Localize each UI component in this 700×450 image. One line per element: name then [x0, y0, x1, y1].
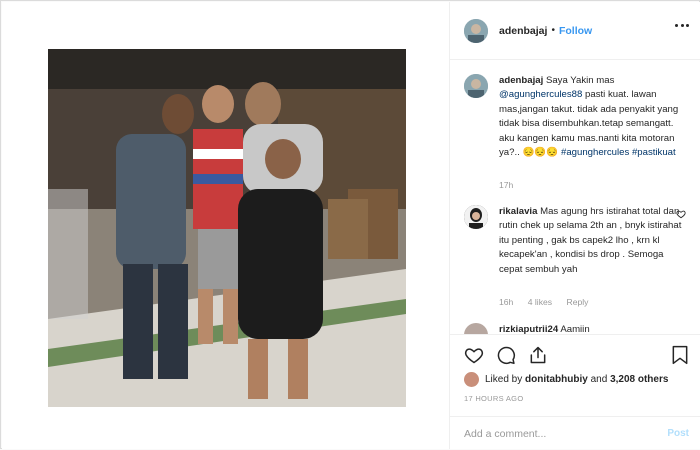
- author-avatar-image: [464, 18, 488, 43]
- liked-by: Liked by donitabhubiy and 3,208 others: [464, 372, 668, 387]
- liker-username[interactable]: donitabhubiy: [525, 374, 588, 385]
- instagram-post-modal: adenbajaj • Follow adenbajaj Saya Yakin …: [0, 0, 700, 449]
- liker-avatar[interactable]: [464, 372, 479, 387]
- caption-avatar-image: [464, 74, 488, 98]
- comment-text: rizkiaputrii24 Aamiin: [499, 323, 684, 334]
- post-timestamp[interactable]: 17 HOURS AGO: [464, 394, 523, 403]
- caption-mention-link[interactable]: @agunghercules88: [499, 89, 582, 100]
- add-comment-bar: Add a comment... Post: [450, 416, 700, 450]
- comment-input[interactable]: Add a comment...: [464, 428, 546, 440]
- caption-emoji: 😔😔😔: [522, 147, 559, 159]
- liked-by-prefix: Liked by: [485, 374, 523, 385]
- photo-pane: [2, 2, 449, 449]
- comment-icon[interactable]: [496, 345, 516, 365]
- post-button[interactable]: Post: [667, 428, 689, 439]
- caption-time[interactable]: 17h: [499, 180, 513, 190]
- comment-likes[interactable]: 4 likes: [528, 297, 552, 307]
- comment-avatar[interactable]: [464, 205, 488, 229]
- comment-text: rikalavia Mas agung hrs istirahat total …: [499, 205, 684, 277]
- comment-meta: 16h 4 likes Reply: [499, 297, 600, 307]
- post-actions: Liked by donitabhubiy and 3,208 others 1…: [450, 334, 700, 449]
- liked-by-and: and: [590, 374, 608, 385]
- comment-avatar-image: [464, 205, 488, 229]
- heart-icon[interactable]: [464, 345, 484, 365]
- post-header: adenbajaj • Follow: [450, 2, 700, 60]
- hashtag-link[interactable]: #pastikuat: [632, 147, 676, 158]
- caption-meta: 17h: [499, 180, 525, 190]
- likes-count[interactable]: 3,208 others: [610, 374, 668, 385]
- share-icon[interactable]: [528, 345, 548, 365]
- post-sidebar: adenbajaj • Follow adenbajaj Saya Yakin …: [449, 2, 700, 449]
- hashtag-link[interactable]: #agunghercules: [561, 147, 629, 158]
- comment-username[interactable]: rikalavia: [499, 206, 537, 217]
- caption-avatar[interactable]: [464, 74, 488, 98]
- comment-username[interactable]: rizkiaputrii24: [499, 324, 558, 334]
- comment-like-heart-icon[interactable]: [676, 209, 686, 219]
- author-username[interactable]: adenbajaj: [499, 25, 547, 37]
- comment-time[interactable]: 16h: [499, 297, 513, 307]
- bookmark-icon[interactable]: [671, 345, 689, 365]
- caption-text: adenbajaj Saya Yakin mas @agunghercules8…: [499, 74, 684, 160]
- post-photo[interactable]: [48, 49, 406, 407]
- more-horizontal-icon[interactable]: [675, 24, 689, 28]
- caption-username[interactable]: adenbajaj: [499, 75, 543, 86]
- author-avatar[interactable]: [464, 18, 488, 43]
- comments-list: adenbajaj Saya Yakin mas @agunghercules8…: [450, 61, 700, 334]
- separator-dot: •: [551, 25, 555, 36]
- comment-message: Aamiin: [560, 324, 590, 334]
- action-icons: [464, 345, 548, 365]
- caption-text-part-1: Saya Yakin mas: [545, 75, 615, 86]
- comment-avatar[interactable]: [464, 323, 488, 334]
- follow-button[interactable]: Follow: [559, 25, 592, 37]
- post-photo-image: [48, 49, 406, 407]
- reply-button[interactable]: Reply: [566, 297, 588, 307]
